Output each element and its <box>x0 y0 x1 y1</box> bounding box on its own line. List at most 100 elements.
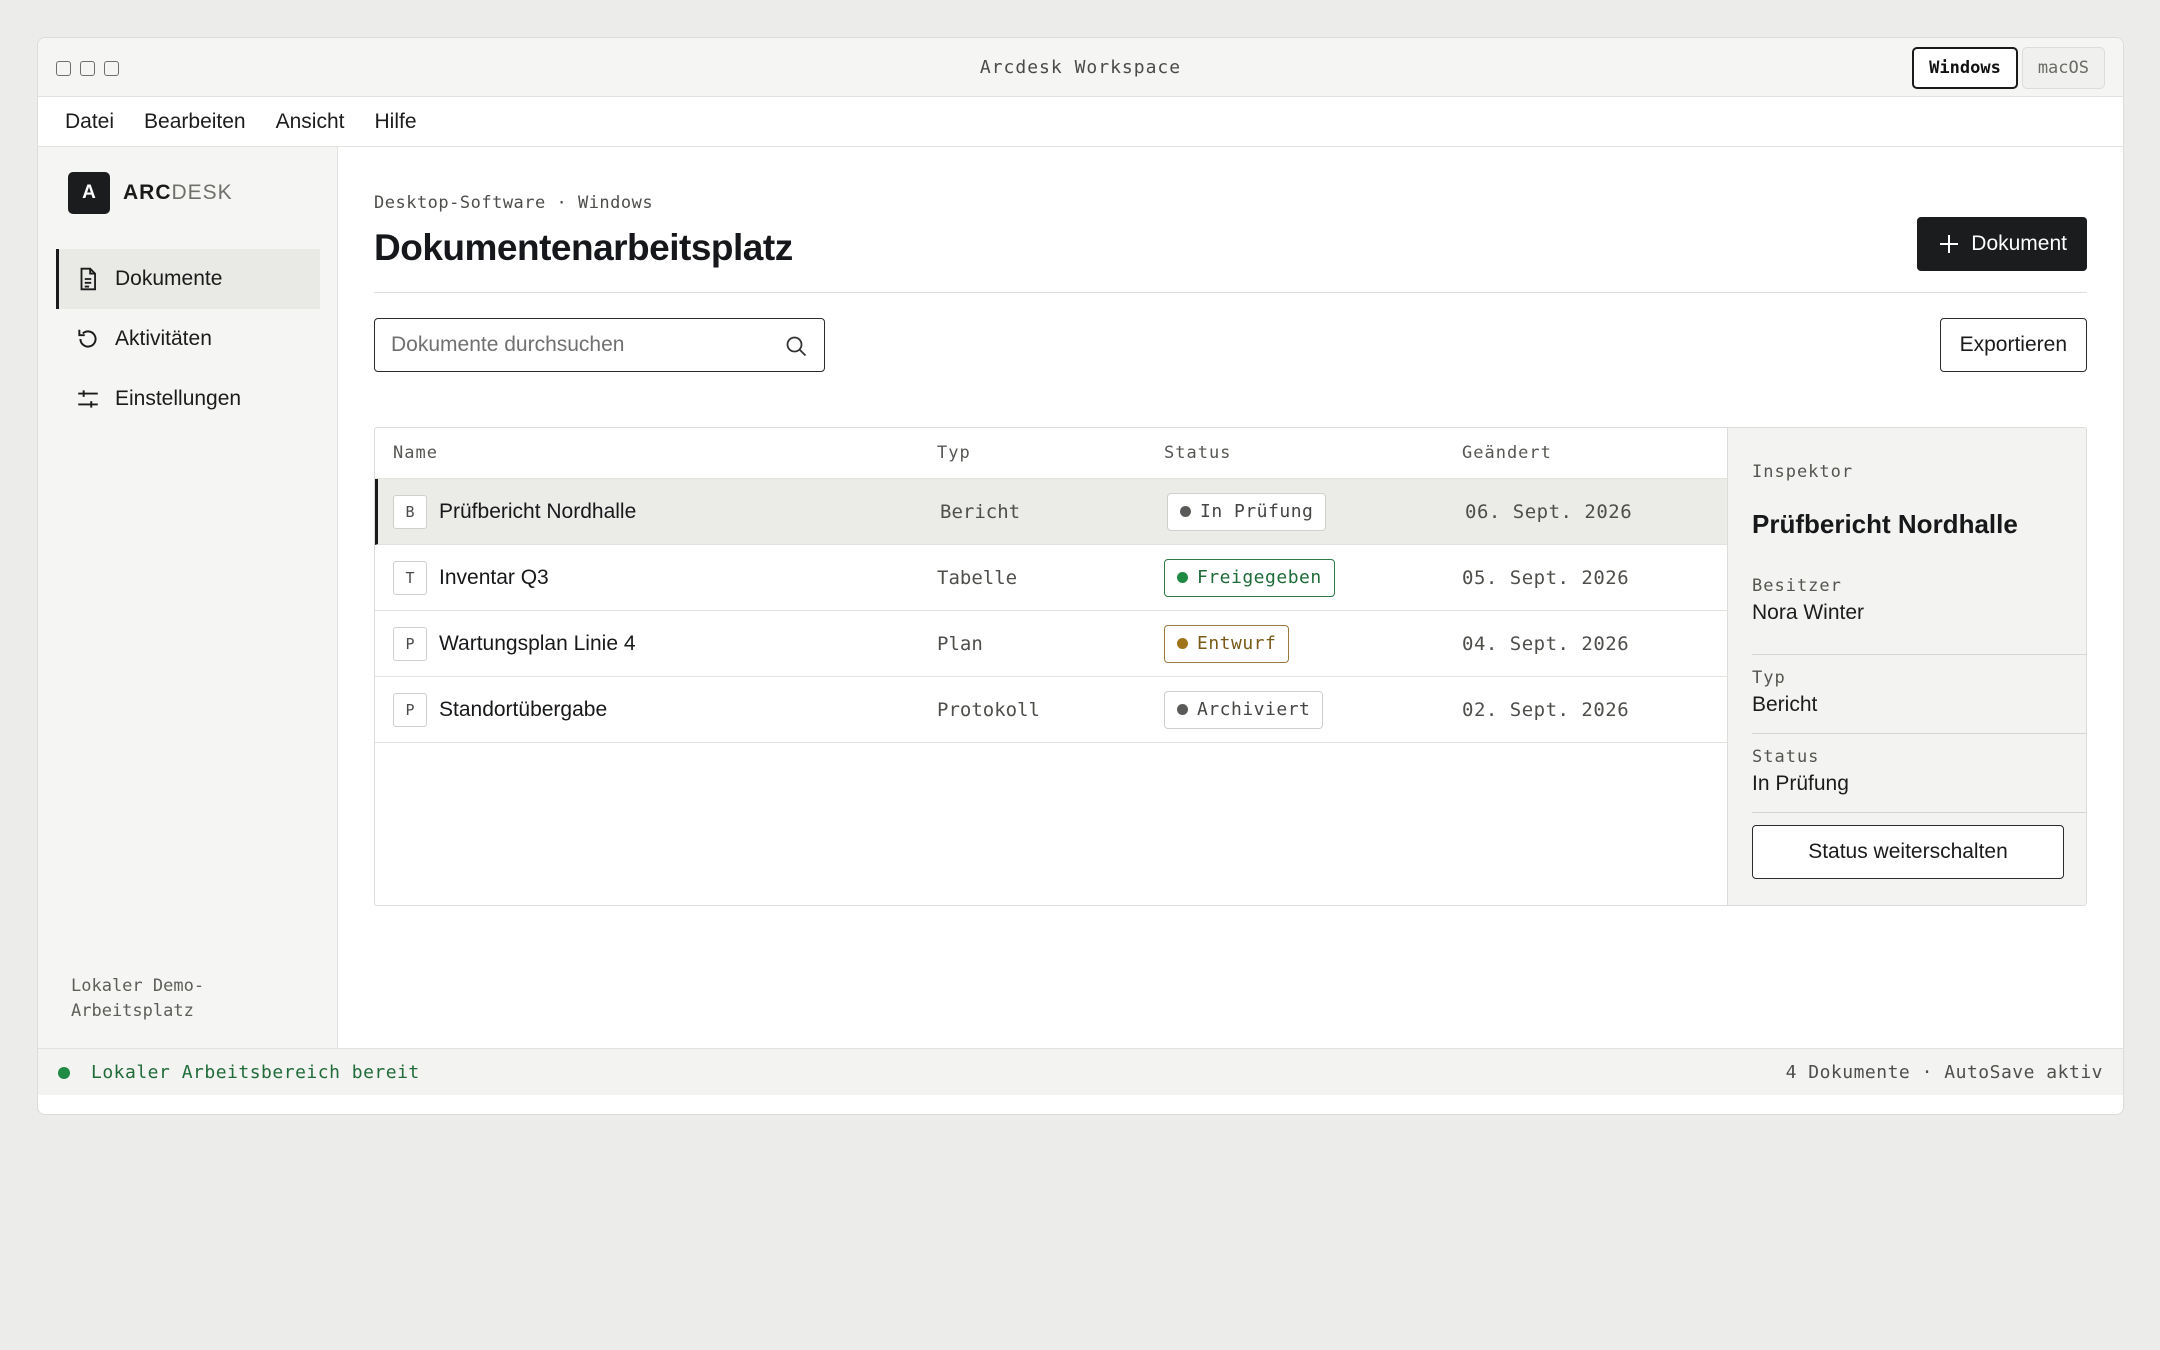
row-name-cell: P Wartungsplan Linie 4 <box>393 626 636 661</box>
os-macos-button[interactable]: macOS <box>2021 47 2105 89</box>
document-name: Prüfbericht Nordhalle <box>439 499 637 523</box>
field-value: Nora Winter <box>1752 601 1865 624</box>
status-summary: 4 Dokumente · AutoSave aktiv <box>1785 1062 2103 1083</box>
os-windows-button[interactable]: Windows <box>1912 47 2018 89</box>
row-status-cell: Freigegeben <box>1164 558 1335 597</box>
window-title: Arcdesk Workspace <box>979 57 1182 78</box>
status-badge-label: In Prüfung <box>1200 501 1314 522</box>
field-value: Bericht <box>1752 693 1818 716</box>
menu-bearbeiten[interactable]: Bearbeiten <box>144 110 246 134</box>
type-badge: P <box>393 692 427 727</box>
inspector-fields: Besitzer Nora Winter Typ Bericht Status … <box>1752 576 2086 813</box>
status-badge: Freigegeben <box>1164 558 1335 597</box>
menu-hilfe[interactable]: Hilfe <box>374 110 416 134</box>
search-input[interactable] <box>391 333 761 357</box>
sidebar-footer: Lokaler Demo-Arbeitsplatz <box>71 976 205 1021</box>
inspector-field-typ: Typ Bericht <box>1752 655 2086 734</box>
document-type: Tabelle <box>937 566 1018 589</box>
sidebar-item-label: Dokumente <box>115 267 223 290</box>
document-name: Standortübergabe <box>439 697 608 721</box>
sidebar-item-aktivitaeten[interactable]: Aktivitäten <box>56 309 320 369</box>
brand-name-bold: ARC <box>123 181 172 204</box>
column-header-typ[interactable]: Typ <box>937 443 971 463</box>
documents-table: Name Typ Status Geändert B Prüfbericht N… <box>375 428 1727 905</box>
sidebar-item-label: Einstellungen <box>115 387 242 410</box>
inspector-field-status: Status In Prüfung <box>1752 734 2086 813</box>
brand-logo: A <box>68 172 110 214</box>
table-row[interactable]: P Standortübergabe Protokoll Archiviert … <box>375 677 1727 743</box>
field-key: Status <box>1752 747 1820 767</box>
row-status-cell: In Prüfung <box>1167 492 1327 531</box>
row-name-cell: B Prüfbericht Nordhalle <box>393 494 637 529</box>
document-name: Wartungsplan Linie 4 <box>439 631 636 655</box>
column-header-status[interactable]: Status <box>1164 443 1231 463</box>
documents-panel: Name Typ Status Geändert B Prüfbericht N… <box>374 427 2087 906</box>
status-indicator-dot <box>58 1067 70 1079</box>
table-row[interactable]: B Prüfbericht Nordhalle Bericht In Prüfu… <box>375 479 1727 545</box>
sidebar-item-label: Aktivitäten <box>115 327 212 350</box>
type-badge: B <box>393 494 427 529</box>
export-button[interactable]: Exportieren <box>1939 318 2087 372</box>
search-icon[interactable] <box>784 334 808 358</box>
row-name-cell: P Standortübergabe <box>393 692 608 727</box>
status-badge-label: Freigegeben <box>1197 567 1322 588</box>
table-header: Name Typ Status Geändert <box>375 428 1727 479</box>
page-title: Dokumentenarbeitsplatz <box>374 227 793 268</box>
title-bar: Arcdesk Workspace Windows macOS <box>38 38 2123 97</box>
status-badge: Archiviert <box>1164 690 1324 729</box>
brand-name: ARCDESK <box>123 181 233 205</box>
document-date: 05. Sept. 2026 <box>1462 566 1630 589</box>
header-divider <box>374 292 2087 293</box>
table-row[interactable]: T Inventar Q3 Tabelle Freigegeben 05. Se… <box>375 545 1727 611</box>
inspector-panel: Inspektor Prüfbericht Nordhalle Besitzer… <box>1727 428 2086 905</box>
document-type: Protokoll <box>937 698 1040 721</box>
sidebar-item-einstellungen[interactable]: Einstellungen <box>56 369 320 429</box>
document-icon <box>80 267 96 291</box>
document-date: 06. Sept. 2026 <box>1465 500 1633 523</box>
inspector-title: Prüfbericht Nordhalle <box>1752 509 2018 539</box>
status-message: Lokaler Arbeitsbereich bereit <box>91 1062 420 1083</box>
new-document-label: Dokument <box>1971 232 2067 255</box>
sliders-icon <box>78 390 98 408</box>
type-badge: P <box>393 626 427 661</box>
breadcrumb: Desktop-Software · Windows <box>374 193 654 213</box>
field-value: In Prüfung <box>1752 772 1849 795</box>
row-name-cell: T Inventar Q3 <box>393 560 549 595</box>
sidebar: A ARCDESK Dokumente Aktivitäten Einstell… <box>38 147 338 1048</box>
type-badge: T <box>393 560 427 595</box>
document-type: Plan <box>937 632 983 655</box>
document-date: 02. Sept. 2026 <box>1462 698 1630 721</box>
inspector-field-besitzer: Besitzer Nora Winter <box>1752 576 2086 655</box>
new-document-button[interactable]: Dokument <box>1917 217 2087 271</box>
document-type: Bericht <box>940 500 1021 523</box>
column-header-name[interactable]: Name <box>393 443 438 463</box>
column-header-geaendert[interactable]: Geändert <box>1462 443 1552 463</box>
row-status-cell: Archiviert <box>1164 690 1324 729</box>
field-key: Typ <box>1752 668 1786 688</box>
sidebar-item-dokumente[interactable]: Dokumente <box>56 249 320 309</box>
document-name: Inventar Q3 <box>439 565 549 589</box>
document-date: 04. Sept. 2026 <box>1462 632 1630 655</box>
row-status-cell: Entwurf <box>1164 624 1290 663</box>
status-badge-label: Entwurf <box>1197 633 1277 654</box>
status-badge: In Prüfung <box>1167 492 1327 531</box>
app-window: Arcdesk Workspace Windows macOS Datei Be… <box>37 37 2124 1115</box>
menu-datei[interactable]: Datei <box>65 110 114 134</box>
status-bar: Lokaler Arbeitsbereich bereit 4 Dokument… <box>38 1048 2123 1095</box>
status-dot <box>1180 506 1191 517</box>
search-box <box>374 318 825 372</box>
brand-name-light: DESK <box>171 181 233 204</box>
menu-bar: Datei Bearbeiten Ansicht Hilfe <box>38 97 2123 147</box>
status-badge-label: Archiviert <box>1197 699 1311 720</box>
sidebar-nav: Dokumente Aktivitäten Einstellungen <box>56 249 320 429</box>
refresh-icon <box>78 329 97 348</box>
menu-ansicht[interactable]: Ansicht <box>276 110 345 134</box>
os-switch: Windows macOS <box>1912 47 2105 89</box>
main-content: Desktop-Software · Windows Dokumentenarb… <box>338 147 2123 1048</box>
status-dot <box>1177 572 1188 583</box>
table-row[interactable]: P Wartungsplan Linie 4 Plan Entwurf 04. … <box>375 611 1727 677</box>
status-badge: Entwurf <box>1164 624 1290 663</box>
status-dot <box>1177 704 1188 715</box>
field-key: Besitzer <box>1752 576 1842 596</box>
advance-status-button[interactable]: Status weiterschalten <box>1752 825 2064 879</box>
